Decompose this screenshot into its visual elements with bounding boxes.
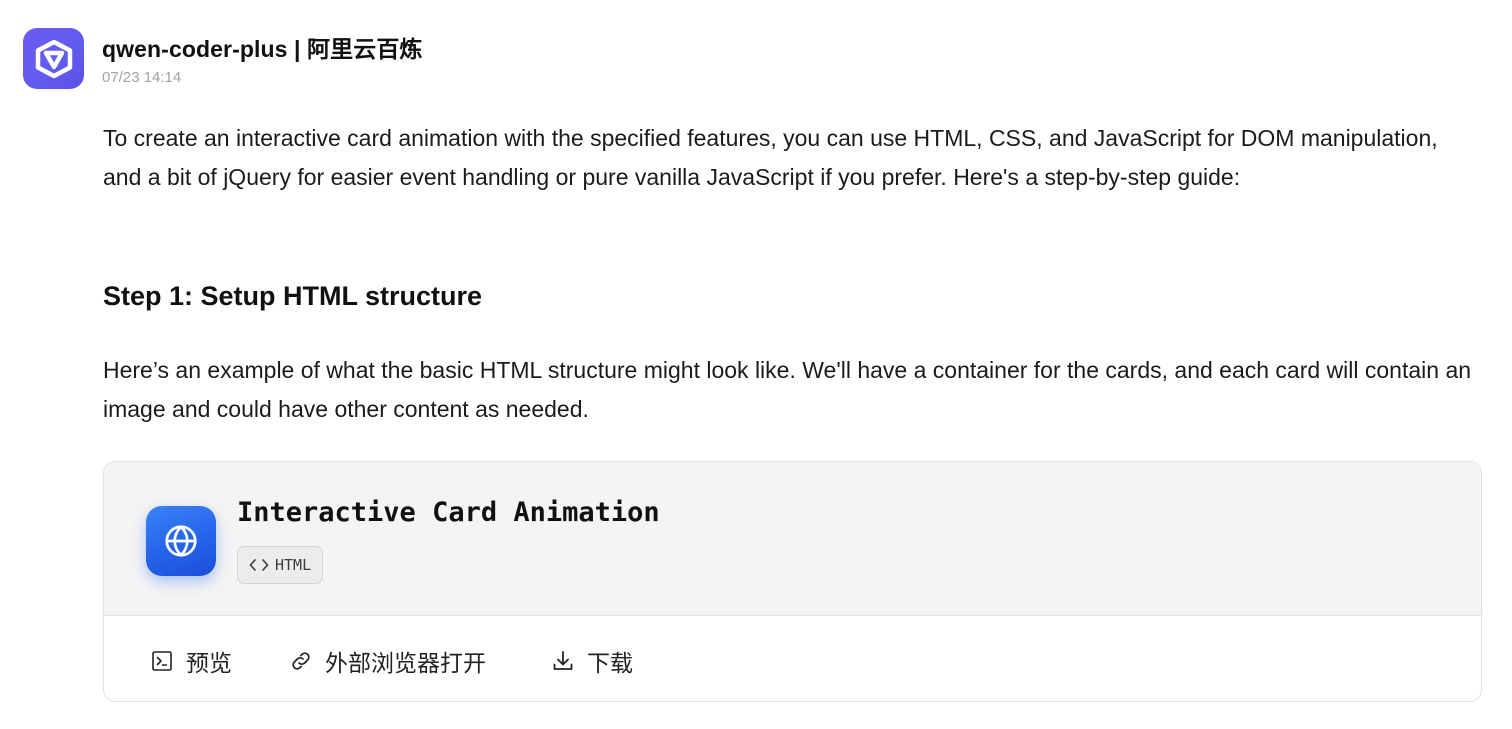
- step-paragraph: Here’s an example of what the basic HTML…: [103, 357, 1472, 422]
- open-external-browser-button[interactable]: 外部浏览器打开: [289, 644, 486, 678]
- step-heading: Step 1: Setup HTML structure: [103, 281, 483, 311]
- artifact-icon-tile: [146, 506, 216, 576]
- globe-icon: [165, 525, 197, 557]
- language-badge: HTML: [237, 546, 324, 584]
- link-icon: [292, 652, 310, 670]
- preview-button-label: 预览: [186, 651, 232, 677]
- open-external-browser-label: 外部浏览器打开: [325, 651, 486, 677]
- download-icon: [553, 651, 573, 670]
- message-timestamp: 07/23 14:14: [102, 69, 182, 86]
- terminal-icon: [152, 651, 172, 671]
- artifact-card[interactable]: Interactive Card Animation HTML 预览 外部浏览器…: [103, 461, 1482, 702]
- preview-button[interactable]: 预览: [150, 644, 232, 678]
- artifact-title: Interactive Card Animation: [237, 497, 660, 528]
- qwen-logo-icon: [35, 39, 72, 78]
- download-button[interactable]: 下载: [551, 644, 633, 678]
- artifact-header[interactable]: Interactive Card Animation HTML: [104, 462, 1481, 616]
- code-icon: [249, 559, 269, 571]
- intro-paragraph: To create an interactive card animation …: [103, 125, 1438, 190]
- sender-name: qwen-coder-plus | 阿里云百炼: [102, 36, 423, 62]
- artifact-actions: 预览 外部浏览器打开 下载: [104, 616, 1481, 701]
- assistant-avatar: [23, 28, 84, 89]
- download-button-label: 下载: [587, 651, 633, 677]
- language-badge-label: HTML: [275, 556, 312, 574]
